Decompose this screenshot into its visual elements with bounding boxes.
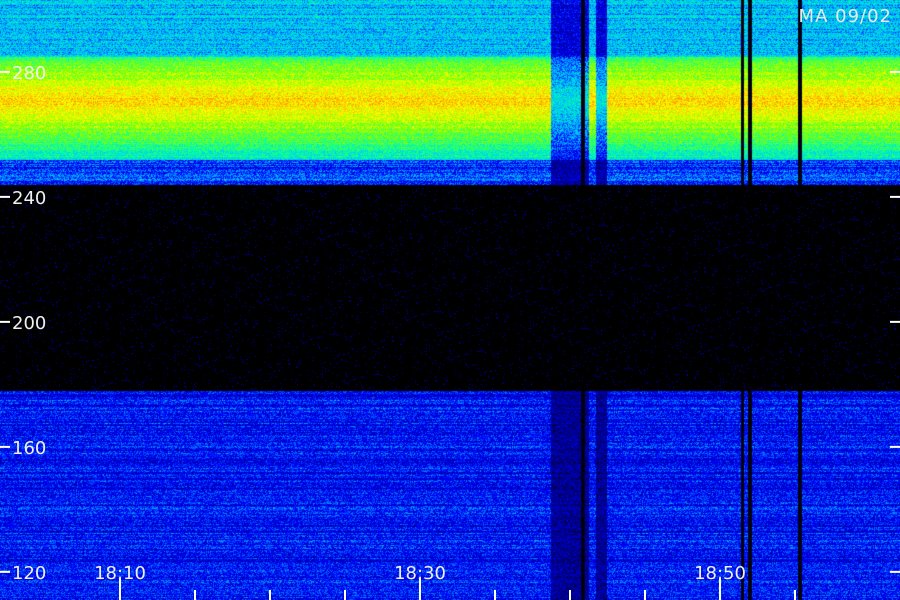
x-tick-label: 18:10 [94, 563, 146, 584]
y-tick-label: 200 [12, 313, 46, 334]
y-tick-label: 240 [12, 188, 46, 209]
y-tick-label: 160 [12, 438, 46, 459]
station-label: MA 09/02 [798, 6, 892, 27]
x-tick-label: 18:30 [394, 563, 446, 584]
y-tick-label: 120 [12, 563, 46, 584]
x-tick-label: 18:50 [694, 563, 746, 584]
axis-overlay: 280 240 200 160 120 18:10 18:30 18:50 [0, 63, 900, 600]
y-tick-label: 280 [12, 63, 46, 84]
